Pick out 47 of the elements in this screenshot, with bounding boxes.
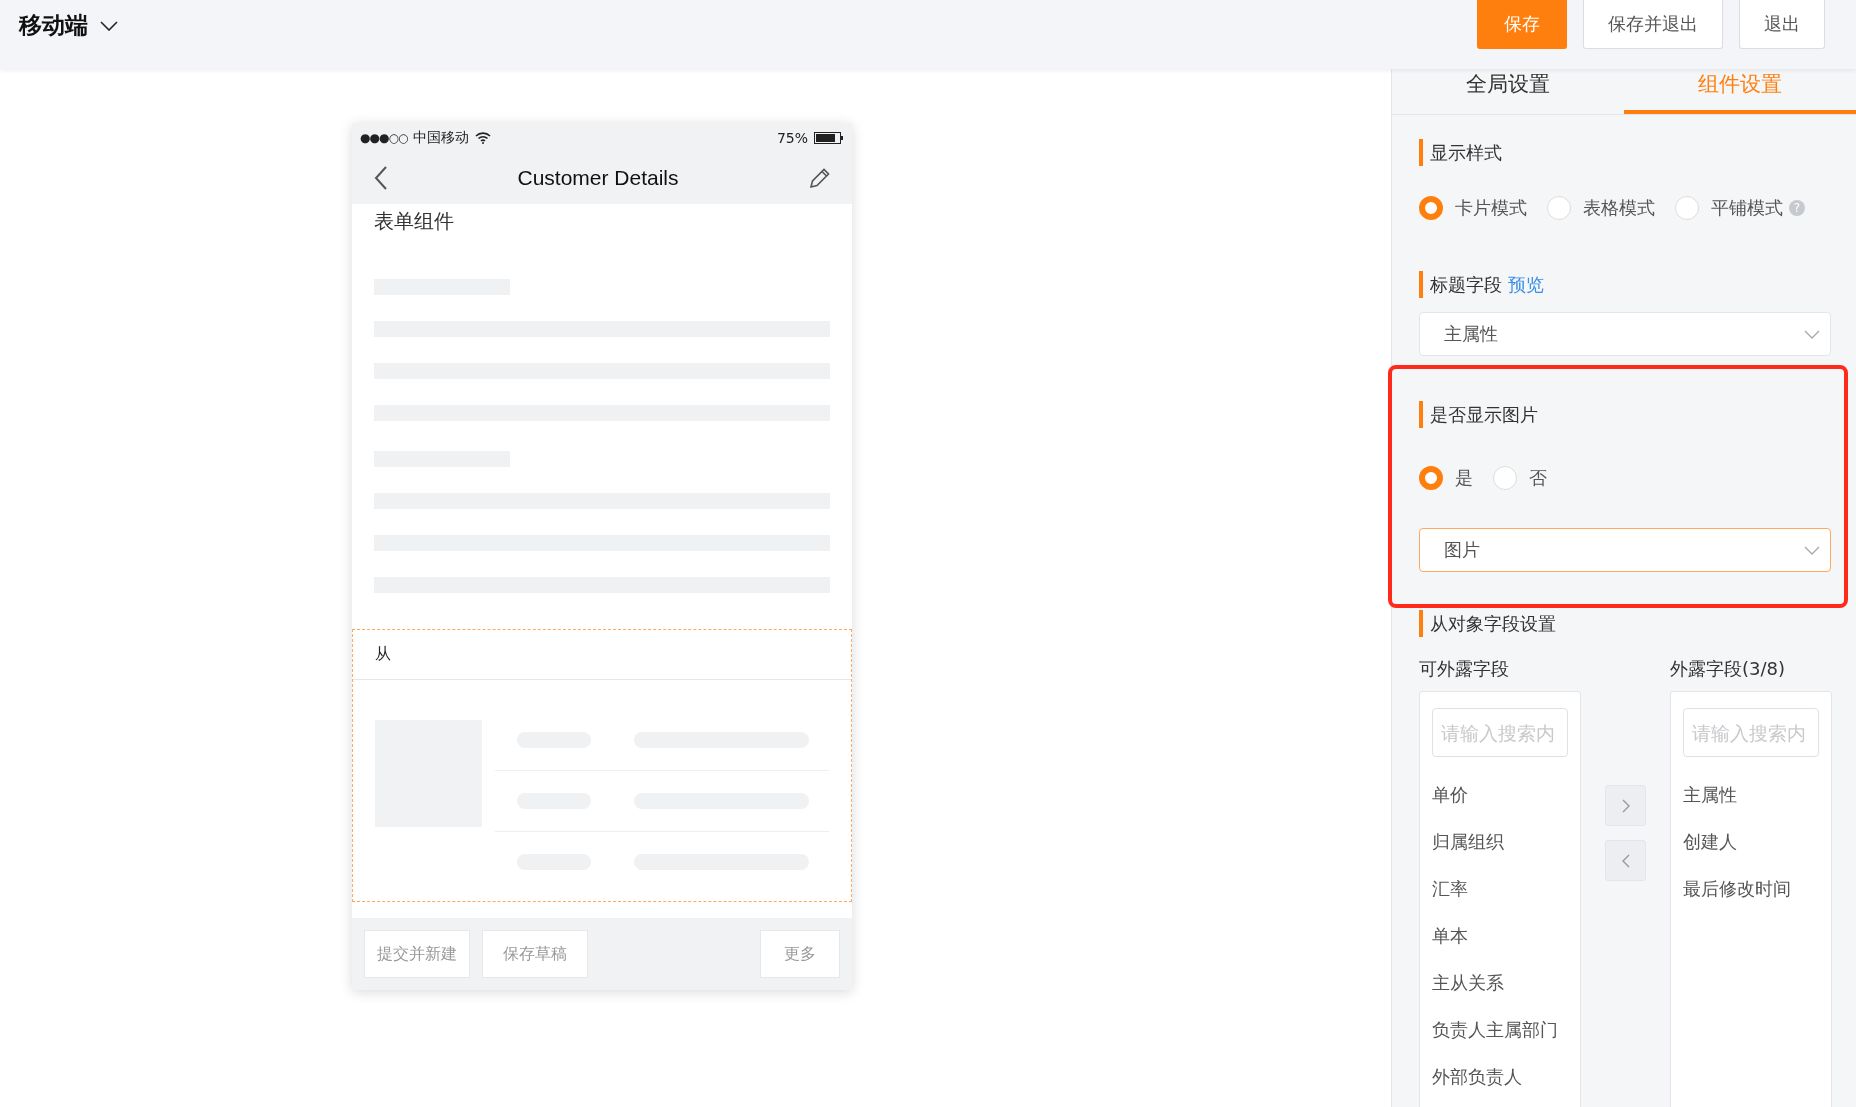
battery-percent: 75% bbox=[776, 129, 808, 146]
signal-strength: ●●●○○ bbox=[360, 130, 408, 145]
section-title: 表单组件 bbox=[373, 208, 455, 235]
move-left-button[interactable] bbox=[1605, 840, 1646, 881]
section-heading: 从对象字段设置 bbox=[1419, 610, 1831, 637]
back-icon[interactable] bbox=[374, 166, 388, 190]
chevron-left-icon bbox=[1620, 852, 1631, 869]
wifi-icon bbox=[475, 131, 492, 144]
list-item[interactable]: 主属性 bbox=[1683, 771, 1819, 818]
radio-option[interactable]: 卡片模式 bbox=[1419, 196, 1527, 220]
selected-component-frame[interactable]: 从 bbox=[352, 629, 852, 902]
radio-option[interactable]: 平铺模式 bbox=[1675, 196, 1783, 220]
tab[interactable]: 全局设置 bbox=[1392, 69, 1624, 114]
section-heading: 是否显示图片 bbox=[1419, 401, 1831, 428]
chevron-right-icon bbox=[1620, 797, 1631, 814]
section-heading: 标题字段 bbox=[1430, 274, 1502, 295]
action-button[interactable]: 保存并退出 bbox=[1583, 0, 1723, 49]
radio-option[interactable]: 否 bbox=[1493, 466, 1547, 490]
chevron-down-icon[interactable] bbox=[100, 20, 118, 31]
dropdown-field[interactable]: 图片 bbox=[1419, 528, 1831, 572]
list-item[interactable]: 主从关系 bbox=[1432, 959, 1568, 1006]
pencil-icon[interactable] bbox=[808, 166, 832, 190]
page-title: 移动端 bbox=[19, 11, 88, 40]
list-item[interactable]: 单本 bbox=[1432, 912, 1568, 959]
dropdown-field[interactable]: 主属性 bbox=[1419, 312, 1831, 356]
action-button[interactable]: 退出 bbox=[1739, 0, 1825, 49]
list-item[interactable]: 外部负责人 bbox=[1432, 1053, 1568, 1100]
carrier-name: 中国移动 bbox=[413, 128, 470, 147]
list-label: 可外露字段 bbox=[1419, 657, 1510, 681]
list-item[interactable]: 最后修改时间 bbox=[1683, 865, 1819, 912]
list-item[interactable]: 负责人主属部门 bbox=[1432, 1006, 1568, 1053]
list-label: 外露字段(3/8) bbox=[1670, 657, 1786, 681]
list-item[interactable]: 归属组织 bbox=[1432, 818, 1568, 865]
screen-title: Customer Details bbox=[517, 166, 679, 190]
radio-circle[interactable] bbox=[1419, 196, 1443, 220]
list-item[interactable]: 单价 bbox=[1432, 771, 1568, 818]
battery-icon bbox=[814, 131, 844, 144]
radio-option[interactable]: 表格模式 bbox=[1547, 196, 1655, 220]
section-heading: 显示样式 bbox=[1419, 139, 1831, 166]
list-item[interactable]: 创建人 bbox=[1683, 818, 1819, 865]
chevron-down-icon bbox=[1804, 545, 1820, 555]
sub-title: 从 bbox=[375, 644, 391, 665]
radio-circle[interactable] bbox=[1419, 466, 1443, 490]
move-right-button[interactable] bbox=[1605, 785, 1646, 826]
list-item[interactable]: 汇率 bbox=[1432, 865, 1568, 912]
radio-option[interactable]: 是 bbox=[1419, 466, 1473, 490]
chevron-down-icon bbox=[1804, 329, 1820, 339]
